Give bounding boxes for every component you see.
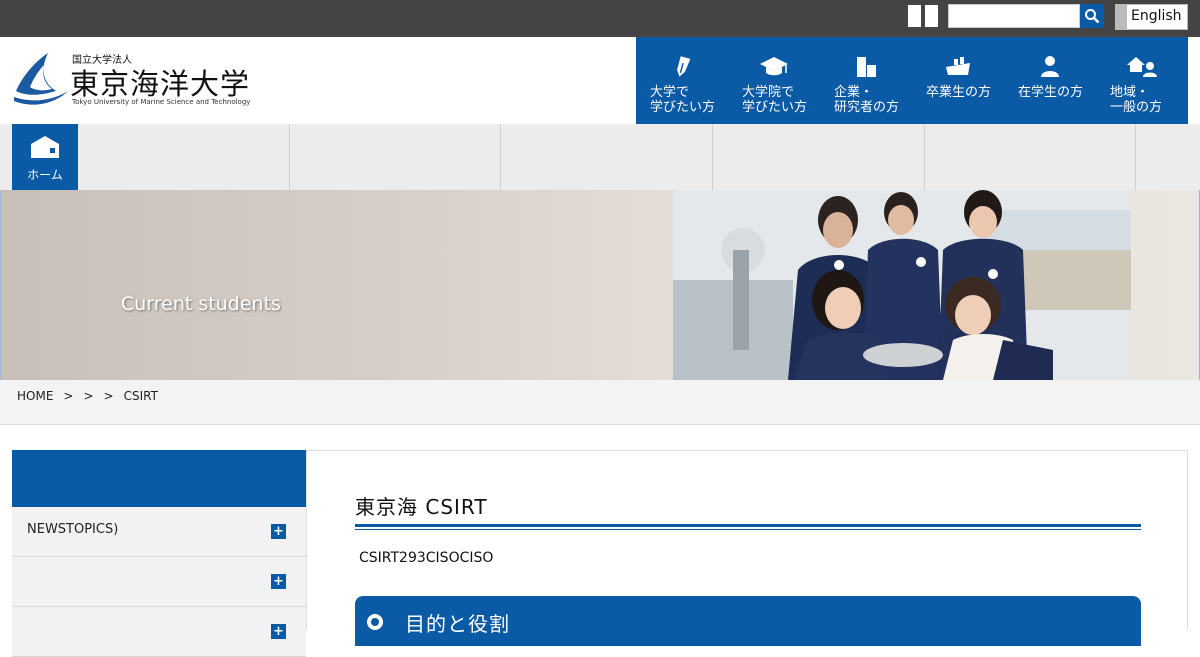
sidebar-item[interactable]: + — [12, 557, 306, 607]
logo-title: 東京海洋大学 — [70, 67, 251, 101]
page-title: 東京海 CSIRT — [355, 495, 488, 519]
home-person-icon — [1127, 57, 1157, 77]
english-button[interactable]: English — [1115, 4, 1188, 30]
gnav-item-companies-researchers[interactable]: 企業・ 研究者の方 — [820, 37, 912, 124]
home-label: ホーム — [27, 168, 63, 182]
font-size-small-button[interactable] — [908, 5, 921, 27]
gnav-item-current-students[interactable]: 在学生の方 — [1004, 37, 1096, 124]
sub-nav: ホーム — [0, 124, 1200, 190]
search-button[interactable] — [1080, 4, 1104, 28]
subnav-divider — [924, 124, 925, 190]
intro-text: CSIRT293CISOCISO — [359, 550, 494, 566]
ship-icon — [946, 57, 970, 75]
main-content: 東京海 CSIRT CSIRT293CISOCISO 目的と役割 — [306, 450, 1188, 646]
home-tab[interactable]: ホーム — [12, 124, 78, 190]
subnav-divider — [1135, 124, 1136, 190]
building-icon — [857, 57, 876, 77]
gnav-item-community[interactable]: 地域・ 一般の方 — [1096, 37, 1188, 124]
gnav-label: 大学で 学びたい方 — [650, 85, 716, 115]
sidebar-item-news[interactable]: NEWSTOPICS) + — [12, 507, 306, 557]
subnav-divider — [289, 124, 290, 190]
gnav-label: 在学生の方 — [1018, 85, 1084, 100]
breadcrumb-bar: HOME > > > CSIRT — [0, 380, 1200, 425]
breadcrumb-separator: > — [103, 389, 114, 403]
gnav-label: 大学院で 学びたい方 — [742, 85, 808, 115]
breadcrumb: HOME > > > CSIRT — [17, 389, 158, 403]
section-header: 目的と役割 — [355, 596, 1141, 646]
gnav-item-prospective-undergrad[interactable]: 大学で 学びたい方 — [636, 37, 728, 124]
gnav-item-alumni[interactable]: 卒業生の方 — [912, 37, 1004, 124]
expand-plus-icon[interactable]: + — [271, 524, 286, 539]
sidebar-header — [12, 450, 306, 507]
hero-title: Current students — [121, 293, 281, 315]
breadcrumb-current: CSIRT — [123, 389, 158, 403]
home-icon — [31, 136, 59, 158]
breadcrumb-separator: > — [83, 389, 94, 403]
expand-plus-icon[interactable]: + — [271, 624, 286, 639]
hero-banner: Current students — [0, 190, 1200, 380]
pen-nib-icon — [677, 56, 691, 77]
gnav-label: 企業・ 研究者の方 — [834, 85, 900, 115]
wave-logo-icon — [14, 53, 68, 105]
breadcrumb-separator: > — [63, 389, 74, 403]
subnav-divider — [500, 124, 501, 190]
gnav-label: 地域・ 一般の方 — [1110, 85, 1163, 115]
gnav-item-prospective-grad[interactable]: 大学院で 学びたい方 — [728, 37, 820, 124]
sidebar-item-label: NEWSTOPICS) — [27, 522, 119, 537]
font-size-large-button[interactable] — [925, 5, 938, 27]
sidebar-item[interactable]: + — [12, 607, 306, 657]
section-title: 目的と役割 — [405, 612, 510, 636]
breadcrumb-home-link[interactable]: HOME — [17, 389, 53, 403]
gnav-label: 卒業生の方 — [926, 85, 992, 100]
sidebar: NEWSTOPICS) + + + — [12, 450, 306, 657]
expand-plus-icon[interactable]: + — [271, 574, 286, 589]
hero-photo — [673, 190, 1131, 380]
circle-bullet-icon — [367, 614, 383, 630]
person-icon — [1041, 56, 1059, 77]
site-logo[interactable]: 国立大学法人 東京海洋大学 Tokyo University of Marine… — [12, 51, 252, 109]
top-utility-bar: English — [0, 0, 1200, 37]
subnav-divider — [712, 124, 713, 190]
students-photo-illustration — [673, 190, 1131, 380]
logo-english: Tokyo University of Marine Science and T… — [72, 98, 251, 106]
search-icon — [1085, 9, 1100, 24]
search-input[interactable] — [948, 4, 1080, 28]
title-divider — [355, 524, 1141, 530]
graduation-cap-icon — [760, 57, 788, 76]
global-nav: 大学で 学びたい方 大学院で 学びたい方 企業・ 研究者の方 卒業生の方 在学生… — [636, 37, 1188, 124]
